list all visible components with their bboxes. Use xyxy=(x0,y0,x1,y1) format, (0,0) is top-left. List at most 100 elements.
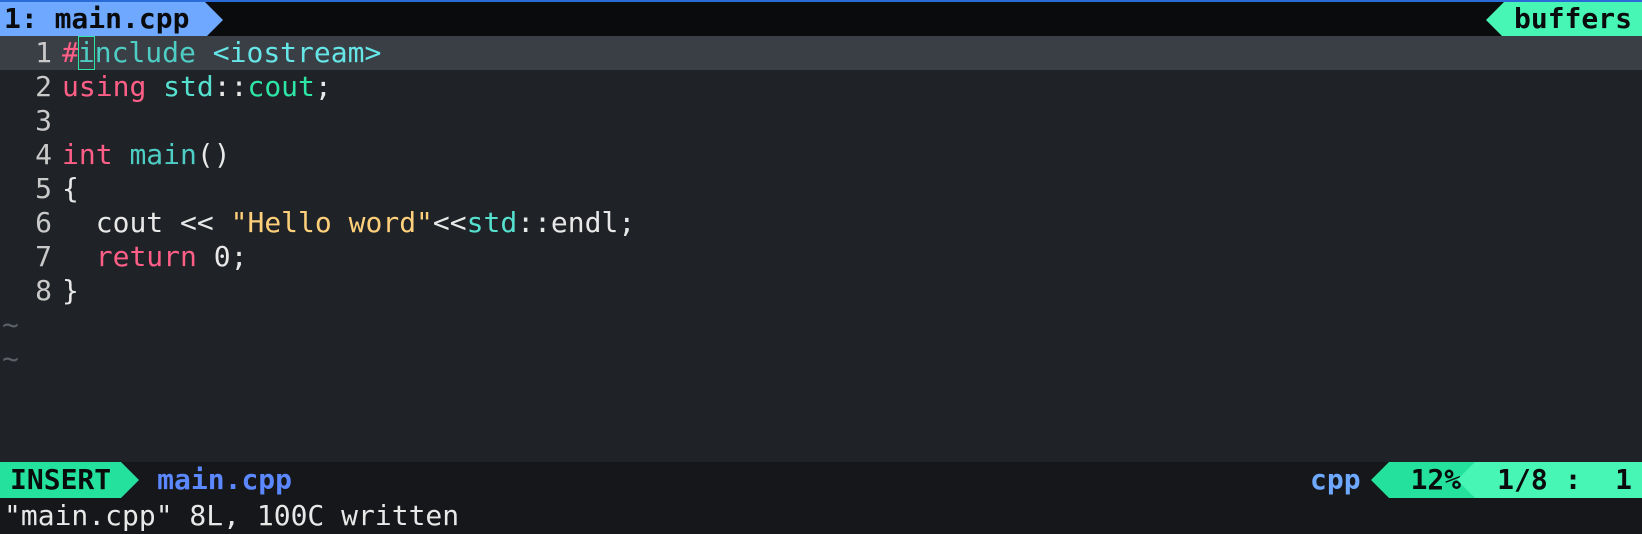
code-token: < xyxy=(197,206,214,239)
code-content[interactable] xyxy=(62,104,1642,138)
tab-filename: main.cpp xyxy=(55,2,190,36)
code-content[interactable]: #include <iostream> xyxy=(62,36,1642,70)
empty-line-tilde: ~ xyxy=(0,308,1642,342)
status-line: INSERT main.cpp cpp 12% 1/8 : 1 xyxy=(0,462,1642,498)
code-token xyxy=(62,240,79,273)
code-token: o xyxy=(315,206,332,239)
code-token: t xyxy=(298,70,315,103)
code-token xyxy=(214,206,231,239)
line-number: 8 xyxy=(0,274,62,308)
line-number: 1 xyxy=(0,36,62,70)
code-token: n xyxy=(568,206,585,239)
code-token xyxy=(146,70,163,103)
line-number: 6 xyxy=(0,206,62,240)
code-token: # xyxy=(62,36,79,69)
code-token: ( xyxy=(197,138,214,171)
code-token: o xyxy=(365,206,382,239)
code-token: i xyxy=(62,138,79,171)
code-token: n xyxy=(113,70,130,103)
tab-index: 1: xyxy=(4,2,55,36)
empty-line-tilde: ~ xyxy=(0,342,1642,376)
code-line[interactable]: 8} xyxy=(0,274,1642,308)
code-token: d xyxy=(585,206,602,239)
code-token: { xyxy=(62,172,79,205)
code-content[interactable]: } xyxy=(62,274,1642,308)
code-token: e xyxy=(551,206,568,239)
code-token: : xyxy=(214,70,231,103)
status-position: 1/8 : 1 xyxy=(1475,462,1642,498)
code-line[interactable]: 1#include <iostream> xyxy=(0,36,1642,70)
code-token: o xyxy=(264,70,281,103)
code-token: r xyxy=(382,206,399,239)
code-token: l xyxy=(281,206,298,239)
code-token: t xyxy=(146,206,163,239)
code-token: < xyxy=(213,36,230,69)
editor-viewport[interactable]: 1#include <iostream>2using std::cout;34i… xyxy=(0,36,1642,462)
code-token: t xyxy=(280,36,297,69)
code-line[interactable]: 5{ xyxy=(0,172,1642,206)
code-token: d xyxy=(500,206,517,239)
code-content[interactable]: int main() xyxy=(62,138,1642,172)
code-token: n xyxy=(95,36,112,69)
code-token: i xyxy=(163,138,180,171)
code-token: u xyxy=(281,70,298,103)
code-token: r xyxy=(297,36,314,69)
code-token: w xyxy=(349,206,366,239)
code-token: a xyxy=(146,138,163,171)
code-token: e xyxy=(113,240,130,273)
code-token: a xyxy=(331,36,348,69)
code-content[interactable]: { xyxy=(62,172,1642,206)
line-number: 7 xyxy=(0,240,62,274)
buffers-indicator[interactable]: buffers xyxy=(1504,2,1642,36)
code-content[interactable]: return 0; xyxy=(62,240,1642,274)
code-token: l xyxy=(128,36,145,69)
code-token: l xyxy=(602,206,619,239)
code-token: < xyxy=(450,206,467,239)
code-token xyxy=(113,138,130,171)
code-line[interactable]: 2using std::cout; xyxy=(0,70,1642,104)
code-token xyxy=(332,206,349,239)
code-token: i xyxy=(230,36,247,69)
code-token: i xyxy=(96,70,113,103)
command-line[interactable]: "main.cpp" 8L, 100C written xyxy=(0,498,1642,534)
code-token: s xyxy=(467,206,484,239)
code-token: c xyxy=(112,36,129,69)
code-token xyxy=(196,36,213,69)
status-spacer xyxy=(292,462,1310,498)
code-token: t xyxy=(180,70,197,103)
tabline: 1: main.cpp buffers xyxy=(0,0,1642,36)
code-content[interactable]: using std::cout; xyxy=(62,70,1642,104)
code-token: n xyxy=(79,138,96,171)
code-token: : xyxy=(517,206,534,239)
code-token: u xyxy=(146,240,163,273)
code-token: " xyxy=(416,206,433,239)
code-token: n xyxy=(180,240,197,273)
code-token xyxy=(197,240,214,273)
code-line[interactable]: 4int main() xyxy=(0,138,1642,172)
code-token: ) xyxy=(214,138,231,171)
code-token: e xyxy=(264,206,281,239)
code-token: s xyxy=(79,70,96,103)
code-token xyxy=(79,206,96,239)
code-token: < xyxy=(180,206,197,239)
code-token: t xyxy=(96,138,113,171)
code-line[interactable]: 7 return 0; xyxy=(0,240,1642,274)
code-token: d xyxy=(197,70,214,103)
code-content[interactable]: cout << "Hello word"<<std::endl; xyxy=(62,206,1642,240)
code-token xyxy=(79,240,96,273)
buffer-tab-1[interactable]: 1: main.cpp xyxy=(0,2,205,36)
code-token: : xyxy=(534,206,551,239)
code-line[interactable]: 3 xyxy=(0,104,1642,138)
code-token: ; xyxy=(315,70,332,103)
code-token: > xyxy=(364,36,381,69)
line-number: 2 xyxy=(0,70,62,104)
code-token: s xyxy=(263,36,280,69)
code-token: m xyxy=(129,138,146,171)
code-token: l xyxy=(298,206,315,239)
code-token: } xyxy=(62,274,79,307)
code-token: t xyxy=(483,206,500,239)
code-token: n xyxy=(180,138,197,171)
code-line[interactable]: 6 cout << "Hello word"<<std::endl; xyxy=(0,206,1642,240)
code-token: d xyxy=(162,36,179,69)
code-token: c xyxy=(96,206,113,239)
